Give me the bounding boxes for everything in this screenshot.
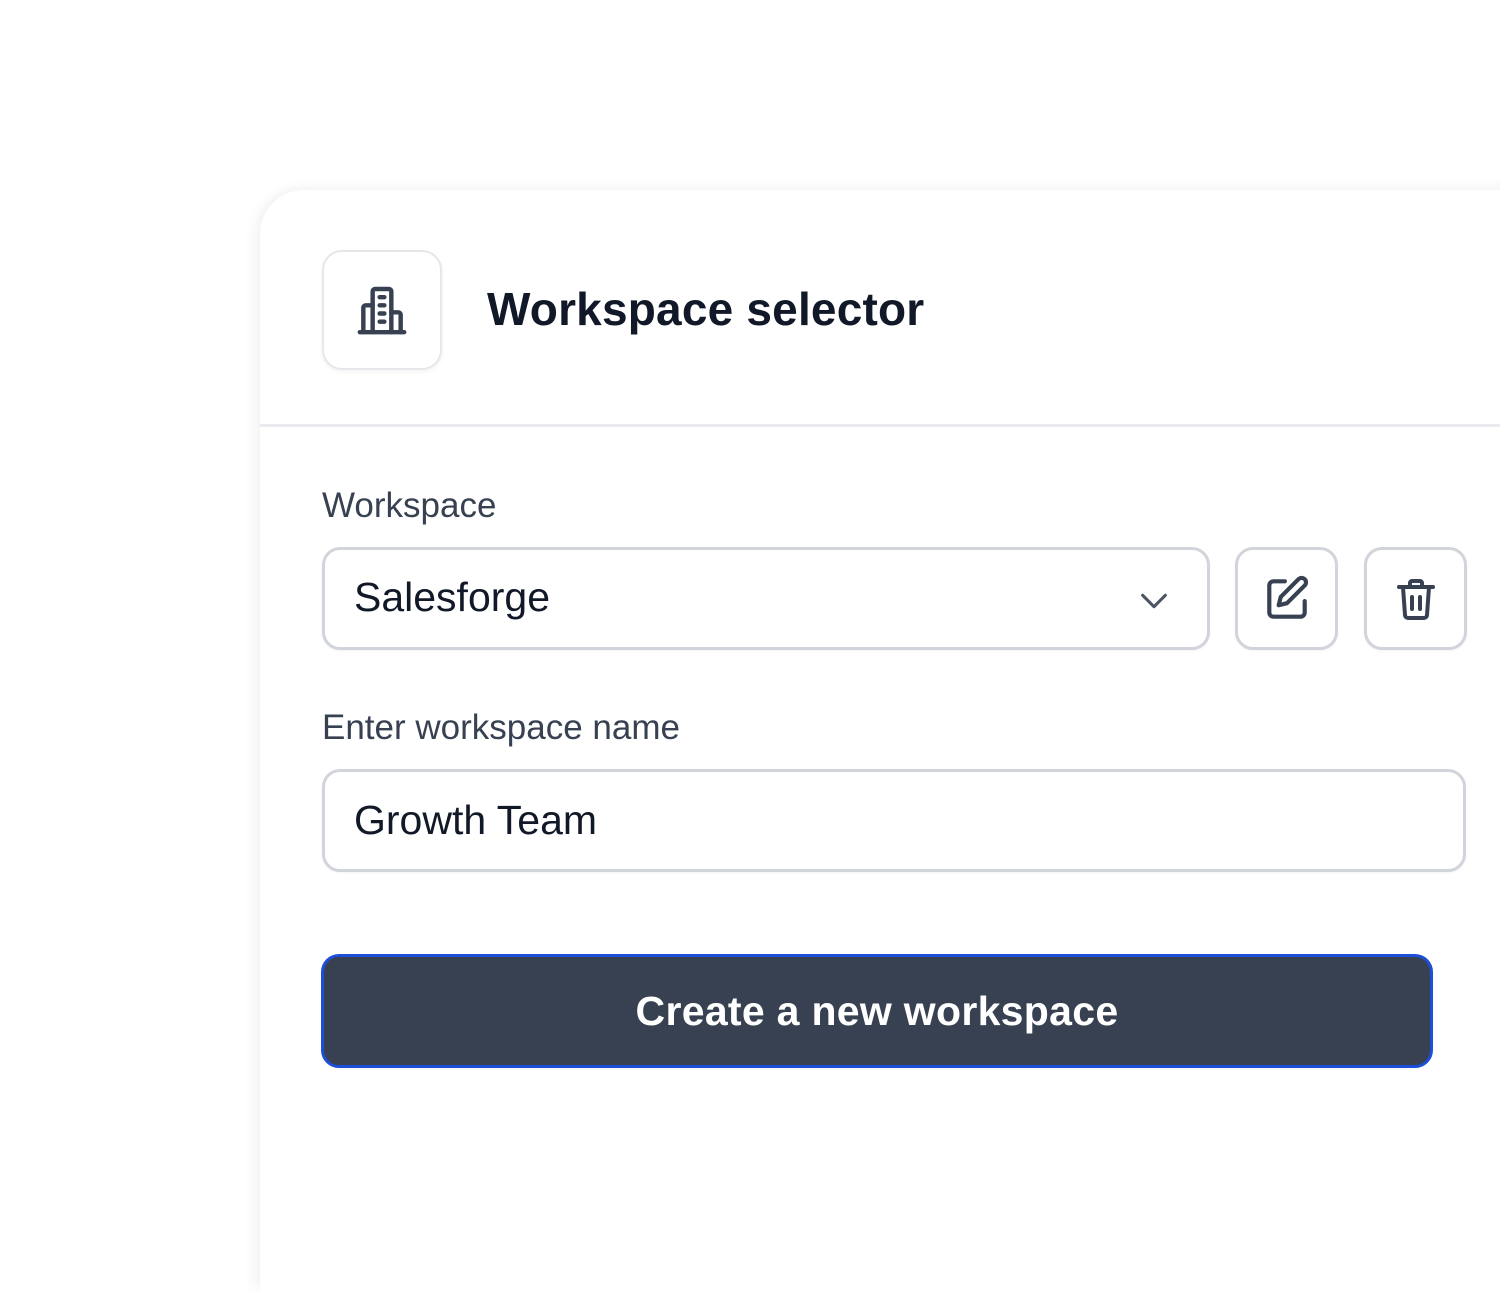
workspace-name-input[interactable] (325, 772, 1463, 869)
edit-icon (1266, 575, 1308, 619)
edit-workspace-button[interactable] (1235, 547, 1338, 650)
trash-icon (1396, 578, 1435, 620)
workspace-selector-card: Workspace selector Workspace Salesforge … (260, 190, 1500, 1290)
building-icon (357, 286, 407, 335)
chevron-down-icon (1141, 593, 1167, 609)
page-title: Workspace selector (487, 283, 925, 335)
create-workspace-button[interactable]: Create a new workspace (321, 954, 1433, 1068)
header-icon-container (322, 250, 442, 370)
workspace-label: Workspace (322, 486, 497, 525)
workspace-select[interactable]: Salesforge (322, 547, 1210, 650)
header-divider (260, 424, 1500, 427)
workspace-name-label: Enter workspace name (322, 708, 680, 747)
workspace-name-field (322, 769, 1466, 872)
workspace-select-value: Salesforge (354, 574, 551, 620)
delete-workspace-button[interactable] (1364, 547, 1467, 650)
